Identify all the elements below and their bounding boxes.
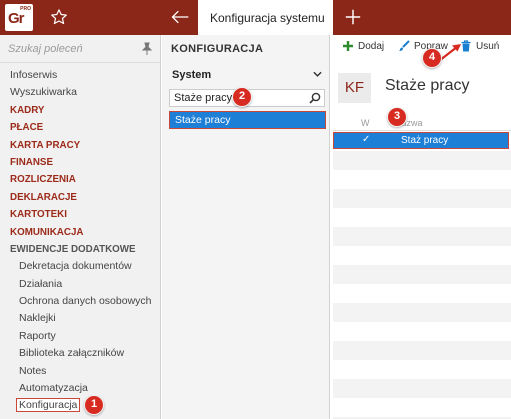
sidebar-item-finanse[interactable]: FINANSE — [0, 154, 160, 171]
callout-marker-4: 4 — [422, 48, 442, 68]
sidebar-item-label: Wyszukiwarka — [10, 86, 77, 99]
delete-button-label: Usuń — [476, 41, 500, 52]
tab-konfiguracja-systemu[interactable]: Konfiguracja systemu — [198, 0, 333, 35]
sidebar-item-label: PŁACE — [10, 122, 44, 134]
search-icon[interactable] — [309, 92, 321, 104]
table-row[interactable]: ✓ Staż pracy — [333, 132, 509, 149]
sidebar-item-komunikacja[interactable]: KOMUNIKACJA — [0, 224, 160, 241]
logo-text: Gr — [8, 10, 24, 27]
sidebar-item-label: Dekretacja dokumentów — [19, 260, 132, 273]
sidebar-item-label: Raporty — [19, 329, 56, 342]
sidebar-item-kartoteki[interactable]: KARTOTEKI — [0, 206, 160, 223]
add-button-label: Dodaj — [358, 41, 385, 52]
tab-label: Konfiguracja systemu — [210, 11, 325, 25]
sidebar-item-label: EWIDENCJE DODATKOWE — [10, 243, 136, 255]
top-bar: Gr PRO Konfiguracja systemu — [0, 0, 511, 35]
sidebar-item-karta-pracy[interactable]: KARTA PRACY — [0, 137, 160, 154]
sidebar-item-label: DEKLARACJE — [10, 191, 77, 203]
grid-empty-rows — [333, 151, 511, 419]
list-item-staze-pracy[interactable]: Staże pracy — [169, 111, 326, 129]
sidebar-menu: Infoserwis Wyszukiwarka KADRY PŁACE KARTA PR… — [0, 67, 160, 415]
row-name: Staż pracy — [401, 135, 449, 146]
sidebar-item-automatyzacja[interactable]: Automatyzacja — [0, 380, 160, 397]
sidebar: Szukaj poleceń Infoserwis Wyszukiwarka KAD… — [0, 35, 161, 419]
sidebar-item-label: Biblioteka załączników — [19, 347, 125, 360]
sidebar-item-raporty[interactable]: Raporty — [0, 328, 160, 345]
sidebar-item-label: Automatyzacja — [19, 382, 88, 395]
back-arrow-icon[interactable] — [170, 8, 190, 26]
sidebar-item-label: Infoserwis — [10, 69, 58, 81]
sidebar-item-place[interactable]: PŁACE — [0, 119, 160, 136]
pin-icon[interactable] — [141, 42, 153, 56]
chevron-down-icon — [313, 71, 322, 77]
callout-marker-3: 3 — [387, 107, 407, 127]
page-title: Staże pracy — [385, 77, 470, 94]
app-logo[interactable]: Gr PRO — [5, 4, 33, 31]
sidebar-item-naklejki[interactable]: Naklejki — [0, 310, 160, 327]
column-header-w[interactable]: W — [361, 118, 370, 128]
main-panel: Dodaj Popraw Usuń KF Staże pracy W Nazwa… — [331, 35, 511, 419]
sidebar-item-dzialania[interactable]: Działania — [0, 276, 160, 293]
row-checkmark[interactable]: ✓ — [362, 134, 370, 145]
category-select-value: System — [172, 69, 212, 81]
logo-sup: PRO — [20, 6, 31, 12]
sidebar-item-label: Działania — [19, 277, 63, 290]
toolbar: Dodaj Popraw Usuń — [331, 35, 511, 59]
search-placeholder: Szukaj poleceń — [8, 43, 83, 55]
sidebar-item-kadry[interactable]: KADRY — [0, 102, 160, 119]
sidebar-item-label: ROZLICZENIA — [10, 174, 76, 186]
sidebar-item-deklaracje[interactable]: DEKLARACJE — [0, 189, 160, 206]
sidebar-item-label: KOMUNIKACJA — [10, 226, 84, 238]
panel-title: KONFIGURACJA — [171, 43, 264, 55]
category-select[interactable]: System — [170, 66, 325, 84]
callout-marker-2: 2 — [232, 87, 252, 107]
list-item-label: Staże pracy — [175, 114, 231, 126]
sidebar-item-label: KARTA PRACY — [10, 139, 81, 151]
sidebar-item-dekretacja-dokumentow[interactable]: Dekretacja dokumentów — [0, 258, 160, 275]
sidebar-item-label: KARTOTEKI — [10, 209, 67, 221]
sidebar-item-konfiguracja[interactable]: Konfiguracja — [0, 397, 160, 414]
callout-marker-1: 1 — [84, 395, 104, 415]
sidebar-item-wyszukiwarka[interactable]: Wyszukiwarka — [0, 84, 160, 101]
sidebar-item-label: Notes — [19, 364, 47, 377]
sidebar-item-label: Konfiguracja — [16, 398, 81, 413]
new-tab-plus-icon[interactable] — [344, 8, 362, 26]
sidebar-item-label: KADRY — [10, 104, 45, 116]
grid-header: W Nazwa — [333, 115, 511, 131]
sidebar-item-biblioteka-zalacznikow[interactable]: Biblioteka załączników — [0, 345, 160, 362]
module-badge: KF — [338, 73, 371, 103]
filter-input-value: Staże pracy — [174, 92, 233, 104]
star-icon[interactable] — [50, 8, 68, 26]
plus-icon — [343, 41, 353, 51]
sidebar-item-label: Ochrona danych osobowych — [19, 295, 152, 308]
sidebar-item-ewidencje-dodatkowe[interactable]: EWIDENCJE DODATKOWE — [0, 241, 160, 258]
brush-icon — [399, 40, 410, 51]
sidebar-item-ochrona-danych-osobowych[interactable]: Ochrona danych osobowych — [0, 293, 160, 310]
sidebar-item-label: Naklejki — [19, 312, 56, 325]
sidebar-item-notes[interactable]: Notes — [0, 363, 160, 380]
command-search-input[interactable]: Szukaj poleceń — [0, 35, 160, 63]
sidebar-item-label: FINANSE — [10, 156, 54, 168]
sidebar-item-infoserwis[interactable]: Infoserwis — [0, 67, 160, 84]
sidebar-item-rozliczenia[interactable]: ROZLICZENIA — [0, 171, 160, 188]
